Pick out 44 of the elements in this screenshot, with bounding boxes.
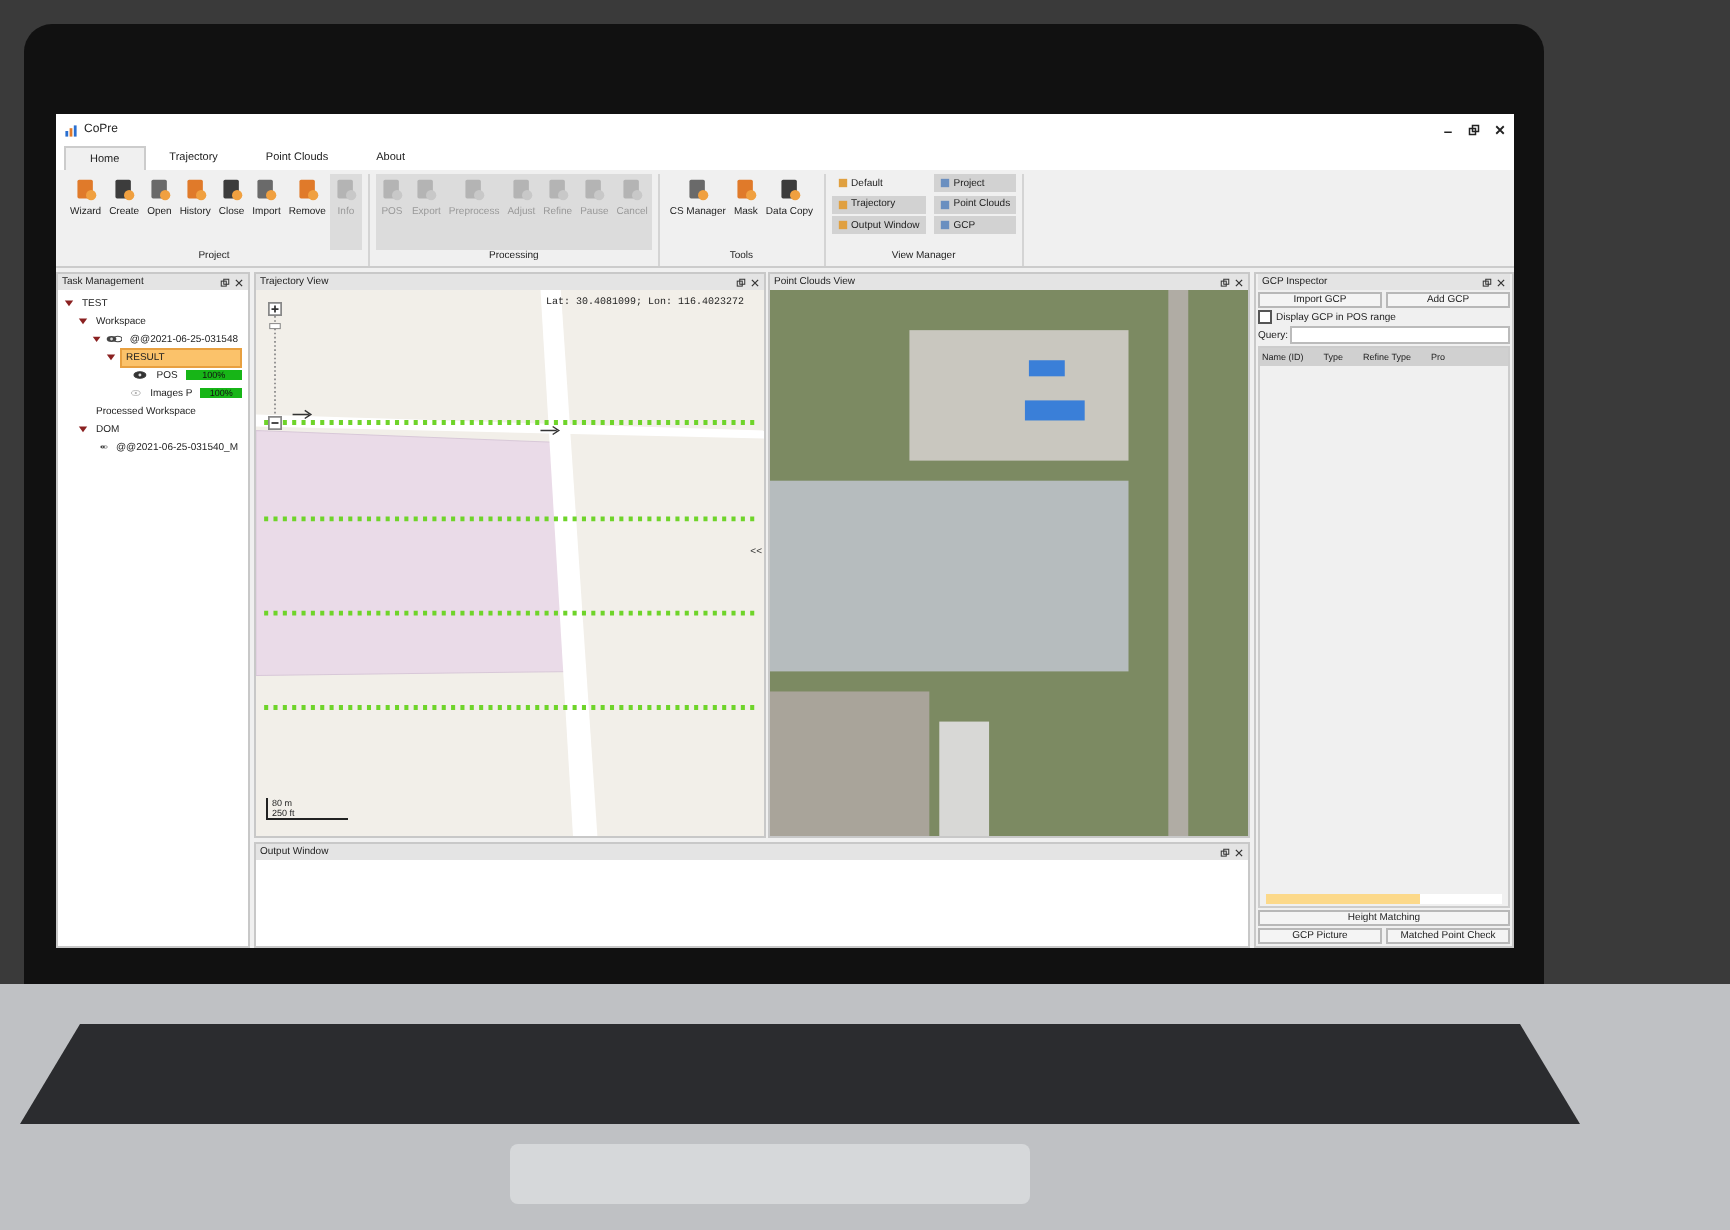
expand-arrow-icon[interactable] bbox=[64, 298, 74, 308]
tool-icon bbox=[333, 178, 358, 202]
expand-arrow-icon[interactable] bbox=[92, 334, 102, 344]
close-icon[interactable] bbox=[1234, 847, 1244, 857]
tool-icon bbox=[545, 178, 570, 202]
tool-icon bbox=[183, 178, 208, 202]
float-icon[interactable] bbox=[1220, 847, 1230, 857]
tool-icon bbox=[112, 178, 137, 202]
close-icon[interactable] bbox=[234, 277, 244, 287]
query-field[interactable] bbox=[1290, 326, 1510, 344]
horizontal-scrollbar[interactable] bbox=[1266, 894, 1502, 904]
tool-icon bbox=[777, 178, 802, 202]
expand-arrow-icon[interactable] bbox=[106, 352, 116, 362]
tool-icon bbox=[509, 178, 534, 202]
tool-icon bbox=[620, 178, 645, 202]
app-logo-icon bbox=[64, 123, 78, 137]
zoom-out-icon[interactable] bbox=[268, 416, 282, 430]
expand-arrow-icon[interactable] bbox=[78, 316, 88, 326]
zoom-in-icon[interactable] bbox=[268, 302, 282, 316]
restore-icon[interactable] bbox=[1468, 124, 1480, 136]
eye-icon[interactable] bbox=[132, 370, 149, 380]
tool-icon bbox=[582, 178, 607, 202]
close-icon[interactable] bbox=[1234, 277, 1244, 287]
zoom-slider[interactable] bbox=[268, 316, 282, 416]
tool-icon bbox=[685, 178, 710, 202]
tool-icon bbox=[462, 178, 487, 202]
tool-icon bbox=[379, 178, 404, 202]
expand-arrow-icon[interactable] bbox=[78, 424, 88, 434]
tool-icon bbox=[295, 178, 320, 202]
close-icon[interactable] bbox=[750, 277, 760, 287]
tool-icon bbox=[73, 178, 98, 202]
tool-icon bbox=[147, 178, 172, 202]
eye-icon bbox=[105, 334, 122, 344]
checkbox[interactable] bbox=[1258, 310, 1272, 324]
tool-icon bbox=[414, 178, 439, 202]
tool-icon bbox=[219, 178, 244, 202]
close-icon[interactable] bbox=[1496, 277, 1506, 287]
tool-icon bbox=[254, 178, 279, 202]
float-icon[interactable] bbox=[220, 277, 230, 287]
close-icon[interactable] bbox=[1494, 124, 1506, 136]
tool-icon bbox=[733, 178, 758, 202]
float-icon[interactable] bbox=[736, 277, 746, 287]
float-icon[interactable] bbox=[1482, 277, 1492, 287]
float-icon[interactable] bbox=[1220, 277, 1230, 287]
